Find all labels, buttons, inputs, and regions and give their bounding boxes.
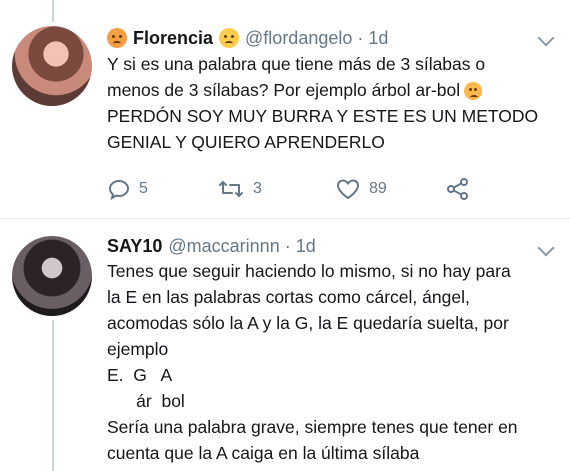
tweet-line: GENIAL Y QUIERO APRENDERLO [107,132,385,152]
tweet-line: Y si es una palabra que tiene más de 3 s… [107,54,486,74]
tweet-line: PERDÓN SOY MUY BURRA Y ESTE ES UN METODO [107,106,539,126]
separator-dot: · [357,27,364,48]
retweet-count: 3 [253,180,262,197]
tweet-line: E. G A [107,365,173,385]
tweet-header: SAY10 @maccarinnn · 1d [107,234,316,258]
share-icon [445,176,471,202]
angry-face-icon [107,28,127,48]
retweet-icon [217,177,245,201]
chevron-down-icon[interactable] [537,239,555,257]
thread-line-bottom [52,320,54,471]
avatar[interactable] [12,26,92,106]
tweet-line: acomodas sólo la A y la G, la E quedaría… [107,313,509,333]
display-name[interactable]: SAY10 [107,236,162,257]
display-name[interactable]: Florencia [133,28,213,49]
tweet-line: ár bol [107,391,185,411]
chevron-down-icon[interactable] [537,29,555,47]
tweet-text: Y si es una palabra que tiene más de 3 s… [107,51,552,155]
tweet-divider [0,218,570,219]
tweet-line: ejemplo [107,339,169,359]
tweet-header: Florencia @flordangelo · 1d [107,26,388,50]
reply-icon [107,177,131,201]
heart-icon [335,177,361,201]
tweet-line: Sería una palabra grave, siempre tenes q… [107,417,518,437]
tweet-line: menos de 3 sílabas? Por ejemplo árbol ar… [107,77,552,103]
retweet-button[interactable]: 3 [217,177,335,201]
sad-face-icon [464,82,483,101]
crying-face-icon [219,28,240,48]
timestamp[interactable]: 1d [296,236,316,257]
tweet-actions: 5 3 89 [107,176,497,202]
reply-button[interactable]: 5 [107,177,217,201]
tweet-line-text: menos de 3 sílabas? Por ejemplo árbol ar… [107,80,461,100]
timestamp[interactable]: 1d [368,28,388,49]
tweet-text: Tenes que seguir haciendo lo mismo, si n… [107,258,552,466]
separator-dot: · [284,235,291,256]
reply-count: 5 [139,180,148,197]
share-button[interactable] [445,176,471,202]
tweet[interactable]: Florencia @flordangelo · 1d Y si es una … [0,24,570,214]
tweet-line: Tenes que seguir haciendo lo mismo, si n… [107,261,511,281]
like-count: 89 [369,180,387,197]
tweet-line: cuenta que la A caiga en la última sílab… [107,443,420,463]
handle[interactable]: @flordangelo [245,28,352,49]
tweet-line: la E en las palabras cortas como cárcel,… [107,287,470,307]
thread-line-top [52,0,54,22]
handle[interactable]: @maccarinnn [168,236,279,257]
tweet[interactable]: SAY10 @maccarinnn · 1d Tenes que seguir … [0,234,570,471]
like-button[interactable]: 89 [335,177,445,201]
avatar[interactable] [12,236,92,316]
timeline: Florencia @flordangelo · 1d Y si es una … [0,0,570,471]
